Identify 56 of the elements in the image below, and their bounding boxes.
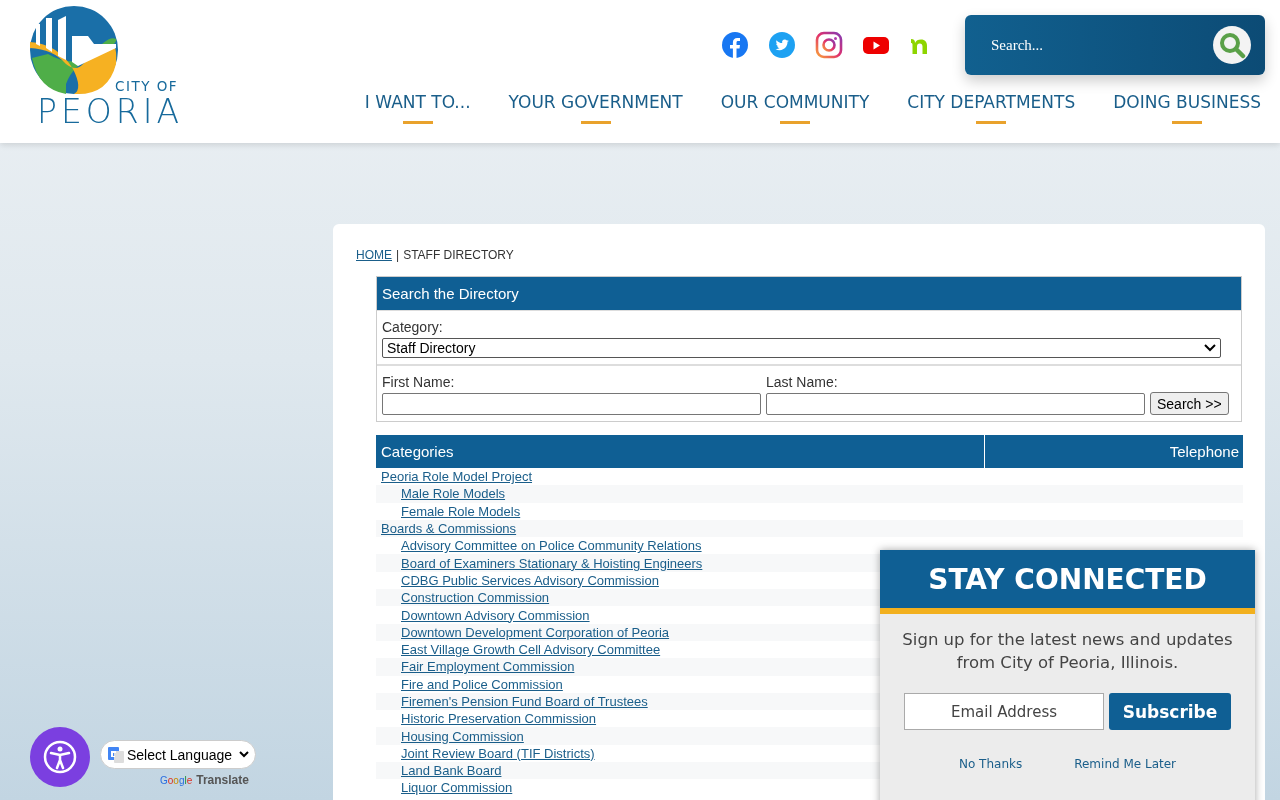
instagram-icon[interactable] xyxy=(815,31,843,59)
facebook-icon[interactable] xyxy=(721,31,749,59)
field-label: First Name: xyxy=(382,374,456,390)
logo-title: PEORIA xyxy=(37,92,183,131)
category-dropdown[interactable]: Staff Directory xyxy=(382,338,1221,358)
directory-link[interactable]: Housing Commission xyxy=(401,728,524,744)
translate-icon xyxy=(107,745,125,764)
field-label: Last Name: xyxy=(766,374,839,390)
popup-title: STAY CONNECTED xyxy=(880,550,1255,614)
google-logo: Google xyxy=(160,775,193,786)
directory-link[interactable]: Advisory Committee on Police Community Relations xyxy=(401,538,702,554)
search-field[interactable]: Search... xyxy=(989,35,1193,55)
column-header: Telephone xyxy=(984,435,1243,468)
directory-link[interactable]: East Village Growth Cell Advisory Committee xyxy=(401,642,661,658)
language-dropdown[interactable]: Select Language xyxy=(100,740,256,769)
accessibility-button[interactable] xyxy=(30,727,90,787)
panel-title: Search the Directory xyxy=(377,277,1241,310)
search-button[interactable] xyxy=(1213,26,1251,64)
directory-link[interactable]: Downtown Advisory Commission xyxy=(401,607,590,623)
directory-link[interactable]: Liquor Commission xyxy=(401,780,513,796)
popup-message: Sign up for the latest news and updates from City of Peoria, Illinois. xyxy=(901,629,1234,674)
directory-link[interactable]: Joint Review Board (TIF Districts) xyxy=(401,745,595,761)
directory-link[interactable]: Boards & Commissions xyxy=(381,521,517,537)
directory-link[interactable]: Peoria Role Model Project xyxy=(381,469,533,485)
no-thanks-link[interactable]: No Thanks xyxy=(958,757,1023,771)
directory-link[interactable]: Male Role Models xyxy=(401,486,506,502)
directory-link[interactable]: Land Bank Board xyxy=(401,763,502,779)
twitter-icon[interactable] xyxy=(768,31,796,59)
directory-link[interactable]: Fire and Police Commission xyxy=(401,676,563,692)
accessibility-icon xyxy=(42,739,78,775)
directory-link[interactable]: Historic Preservation Commission xyxy=(401,711,597,727)
subscribe-button[interactable]: Subscribe xyxy=(1109,693,1231,730)
directory-link[interactable]: CDBG Public Services Advisory Commission xyxy=(401,572,659,588)
directory-link[interactable]: Fair Employment Commission xyxy=(401,659,575,675)
email-field[interactable]: Email Address xyxy=(904,693,1104,730)
breadcrumb-current: STAFF DIRECTORY xyxy=(403,248,514,262)
breadcrumb-link[interactable]: HOME xyxy=(356,248,392,262)
last-name-field[interactable] xyxy=(766,393,1145,415)
nav-menu-item[interactable]: CITY DEPARTMENTS xyxy=(888,92,1095,124)
remind-later-link[interactable]: Remind Me Later xyxy=(1074,757,1177,771)
chevron-down-icon xyxy=(239,751,249,758)
nav-menu-item[interactable]: YOUR GOVERNMENT xyxy=(489,92,702,124)
field-label: Category: xyxy=(382,319,444,335)
logo-subtitle: CITY OF xyxy=(115,78,179,94)
chevron-down-icon xyxy=(1204,344,1216,352)
nav-menu-item[interactable]: I WANT TO... xyxy=(345,92,490,124)
search-button[interactable]: Search >> xyxy=(1150,392,1229,415)
translate-label: Translate xyxy=(196,773,249,787)
search-icon xyxy=(1218,31,1246,59)
directory-link[interactable]: Female Role Models xyxy=(401,503,521,519)
breadcrumb-separator: | xyxy=(396,248,400,262)
first-name-field[interactable] xyxy=(382,393,761,415)
nav-menu-item[interactable]: OUR COMMUNITY xyxy=(701,92,889,124)
column-header: Categories xyxy=(376,435,985,468)
directory-link[interactable]: Construction Commission xyxy=(401,590,550,606)
nav-menu-item[interactable]: DOING BUSINESS xyxy=(1094,92,1280,124)
